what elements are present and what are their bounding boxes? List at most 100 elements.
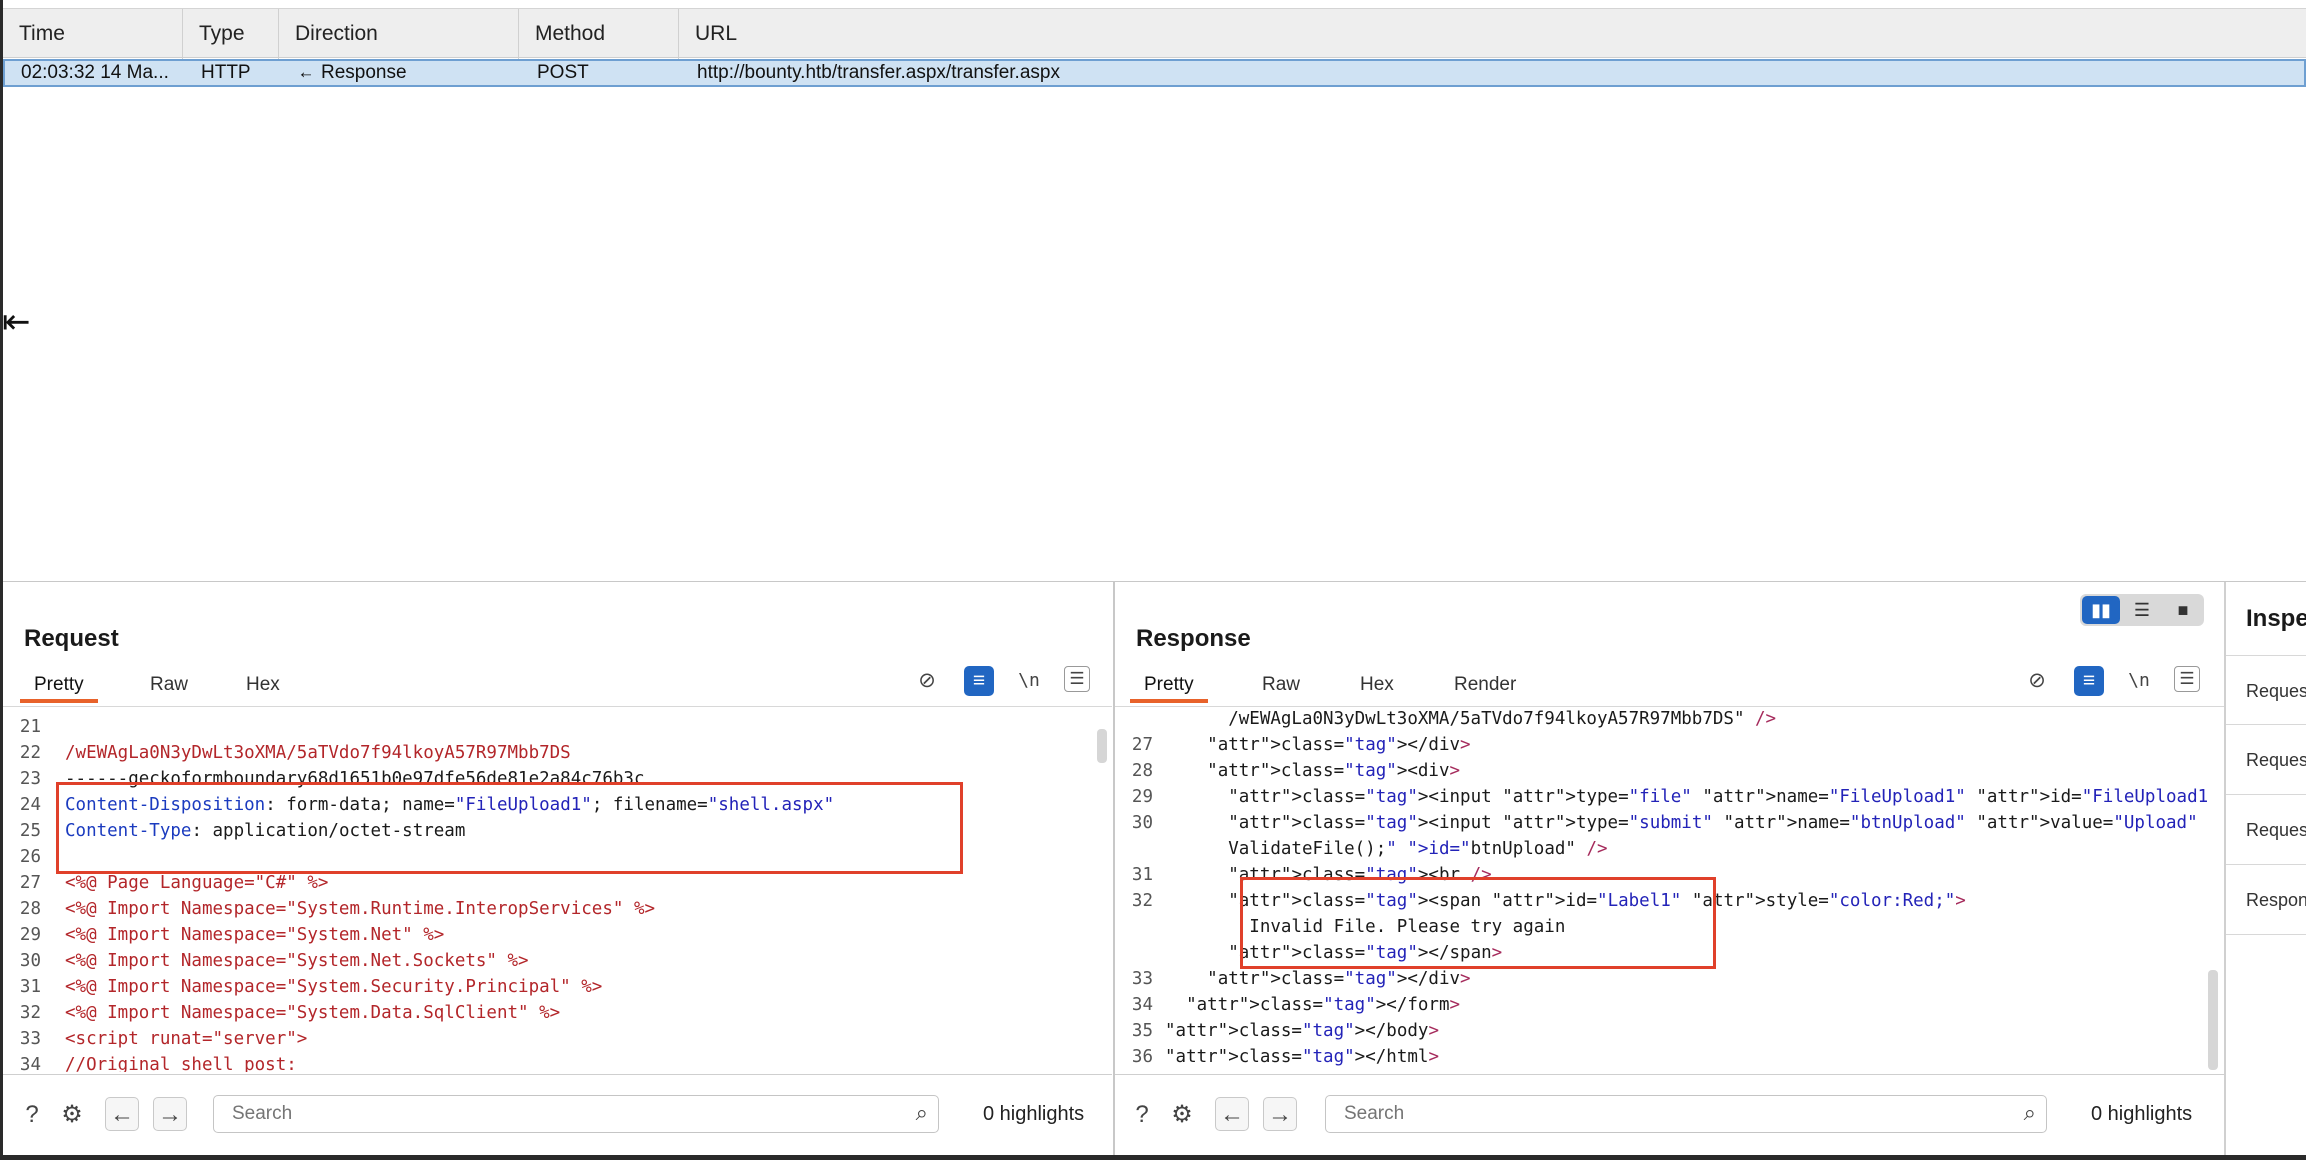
line-number: 28 [1131, 761, 1153, 781]
code-line: //Original shell post: [65, 1055, 297, 1072]
resize-handle-icon[interactable]: ⇤ [2, 305, 31, 339]
line-number: 28 [19, 899, 41, 919]
newline-icon[interactable]: \n [1014, 666, 1044, 696]
line-number: 21 [19, 717, 41, 737]
layout-side-by-side-icon[interactable]: ▮▮ [2082, 596, 2120, 624]
line-number: 33 [1131, 969, 1153, 989]
code-line: "attr">class="tag"></html> [1165, 1047, 1439, 1067]
arrow-forward-icon[interactable]: → [1263, 1097, 1297, 1131]
request-tab-underline [3, 706, 1112, 707]
code-line: <%@ Import Namespace="System.Net.Sockets… [65, 951, 529, 971]
row-method: POST [537, 62, 589, 83]
gear-icon[interactable]: ⚙ [1165, 1097, 1199, 1131]
request-highlight-box [56, 782, 963, 874]
arrow-left-icon: ← [297, 62, 311, 83]
line-number [1123, 706, 1153, 732]
line-number: 33 [19, 1029, 41, 1049]
inspector-title: Inspector [2246, 605, 2306, 632]
code-line: "attr">class="tag"></form> [1186, 995, 1461, 1015]
arrow-forward-icon[interactable]: → [153, 1097, 187, 1131]
layout-toggle: ▮▮ ☰ ■ [2080, 594, 2204, 626]
code-line: <%@ Import Namespace="System.Runtime.Int… [65, 899, 656, 919]
newline-icon[interactable]: \n [2124, 666, 2154, 696]
code-line: "attr">class="tag"></div> [1207, 735, 1471, 755]
bottom-border [0, 1155, 2306, 1160]
column-direction[interactable]: Direction [279, 9, 519, 59]
request-tab-hex[interactable]: Hex [246, 667, 280, 703]
response-search-bar: ? ⚙ ← → ⌕ 0 highlights [1115, 1074, 2224, 1154]
line-number: 36 [1131, 1047, 1153, 1067]
layout-horizontal-icon[interactable]: ☰ [2123, 596, 2161, 624]
inspector-item-request-attributes[interactable]: Request attributes [2226, 655, 2306, 725]
line-number: 32 [1131, 891, 1153, 911]
hide-eye-icon[interactable]: ⊘ [2022, 666, 2052, 696]
wrap-lines-icon[interactable]: ≡ [2074, 666, 2104, 696]
response-tab-hex[interactable]: Hex [1360, 667, 1394, 703]
line-number: 27 [1131, 735, 1153, 755]
request-tab-raw[interactable]: Raw [150, 667, 188, 703]
line-number: 26 [19, 847, 41, 867]
response-scrollbar[interactable] [2208, 970, 2218, 1070]
burp-proxy-window: Time Type Direction Method URL 02:03:32 … [0, 0, 2306, 1160]
line-number: 34 [19, 1055, 41, 1072]
response-search-input[interactable] [1326, 1096, 2046, 1132]
row-direction: Response [321, 62, 407, 83]
request-search-input[interactable] [214, 1096, 938, 1132]
request-tab-pretty[interactable]: Pretty [20, 667, 98, 703]
code-line: /wEWAgLa0N3yDwLt3oXMA/5aTVdo7f94lkoyA57R… [65, 743, 571, 763]
wrap-lines-icon[interactable]: ≡ [964, 666, 994, 696]
response-search[interactable]: ⌕ [1325, 1095, 2047, 1133]
row-type: HTTP [201, 62, 251, 83]
arrow-back-icon[interactable]: ← [1215, 1097, 1249, 1131]
column-method[interactable]: Method [519, 9, 679, 59]
help-icon[interactable]: ? [15, 1097, 49, 1131]
hide-eye-icon[interactable]: ⊘ [912, 666, 942, 696]
request-highlights-count: 0 highlights [983, 1103, 1085, 1125]
code-line: <%@ Import Namespace="System.Security.Pr… [65, 977, 603, 997]
request-search[interactable]: ⌕ [213, 1095, 939, 1133]
code-line: "attr">class="tag"></div> [1207, 969, 1471, 989]
request-editor[interactable]: 21 22/wEWAgLa0N3yDwLt3oXMA/5aTVdo7f94lkoy… [3, 712, 1097, 1072]
column-url[interactable]: URL [679, 9, 2306, 59]
line-number: 27 [19, 873, 41, 893]
response-pane-title: Response [1136, 625, 1251, 652]
line-number: 29 [19, 925, 41, 945]
table-row[interactable]: 02:03:32 14 Ma... HTTP ← Response POST h… [3, 59, 2306, 87]
code-line: ValidateFile();" ">id="btnUpload" /> [1165, 839, 1608, 859]
response-highlight-box [1240, 877, 1716, 969]
code-line: <script runat="server"> [65, 1029, 308, 1049]
line-number: 29 [1131, 787, 1153, 807]
response-highlights-count: 0 highlights [2091, 1103, 2193, 1125]
request-scrollbar[interactable] [1097, 729, 1107, 763]
history-table-header: Time Type Direction Method URL [3, 8, 2306, 59]
column-type[interactable]: Type [183, 9, 279, 59]
request-pane-title: Request [24, 625, 119, 652]
code-line: "attr">class="tag"><input "attr">type="f… [1228, 787, 2207, 807]
line-number: 31 [1131, 865, 1153, 885]
split-divider[interactable] [3, 581, 2306, 582]
layout-tabs-icon[interactable]: ■ [2164, 596, 2202, 624]
code-line: "attr">class="tag"><input "attr">type="s… [1228, 813, 2198, 833]
line-number: 30 [19, 951, 41, 971]
help-icon[interactable]: ? [1125, 1097, 1159, 1131]
line-number: 22 [19, 743, 41, 763]
line-number: 31 [19, 977, 41, 997]
arrow-back-icon[interactable]: ← [105, 1097, 139, 1131]
response-tab-pretty[interactable]: Pretty [1130, 667, 1208, 703]
inspector-item-query-params[interactable]: Request query parameters [2226, 725, 2306, 795]
response-tab-render[interactable]: Render [1454, 667, 1516, 703]
gear-icon[interactable]: ⚙ [55, 1097, 89, 1131]
menu-icon[interactable]: ☰ [2174, 666, 2200, 692]
line-number: 35 [1131, 1021, 1153, 1041]
code-line: "attr">class="tag"><div> [1207, 761, 1461, 781]
line-number: 34 [1131, 995, 1153, 1015]
column-time[interactable]: Time [3, 9, 183, 59]
line-number [1123, 914, 1153, 940]
menu-icon[interactable]: ☰ [1064, 666, 1090, 692]
line-number: 25 [19, 821, 41, 841]
inspector-item-body-params[interactable]: Request body parameters [2226, 795, 2306, 865]
code-line: <%@ Import Namespace="System.Data.SqlCli… [65, 1003, 561, 1023]
response-tab-raw[interactable]: Raw [1262, 667, 1300, 703]
row-time: 02:03:32 14 Ma... [21, 62, 169, 83]
inspector-item-response-headers[interactable]: Response headers [2226, 865, 2306, 935]
